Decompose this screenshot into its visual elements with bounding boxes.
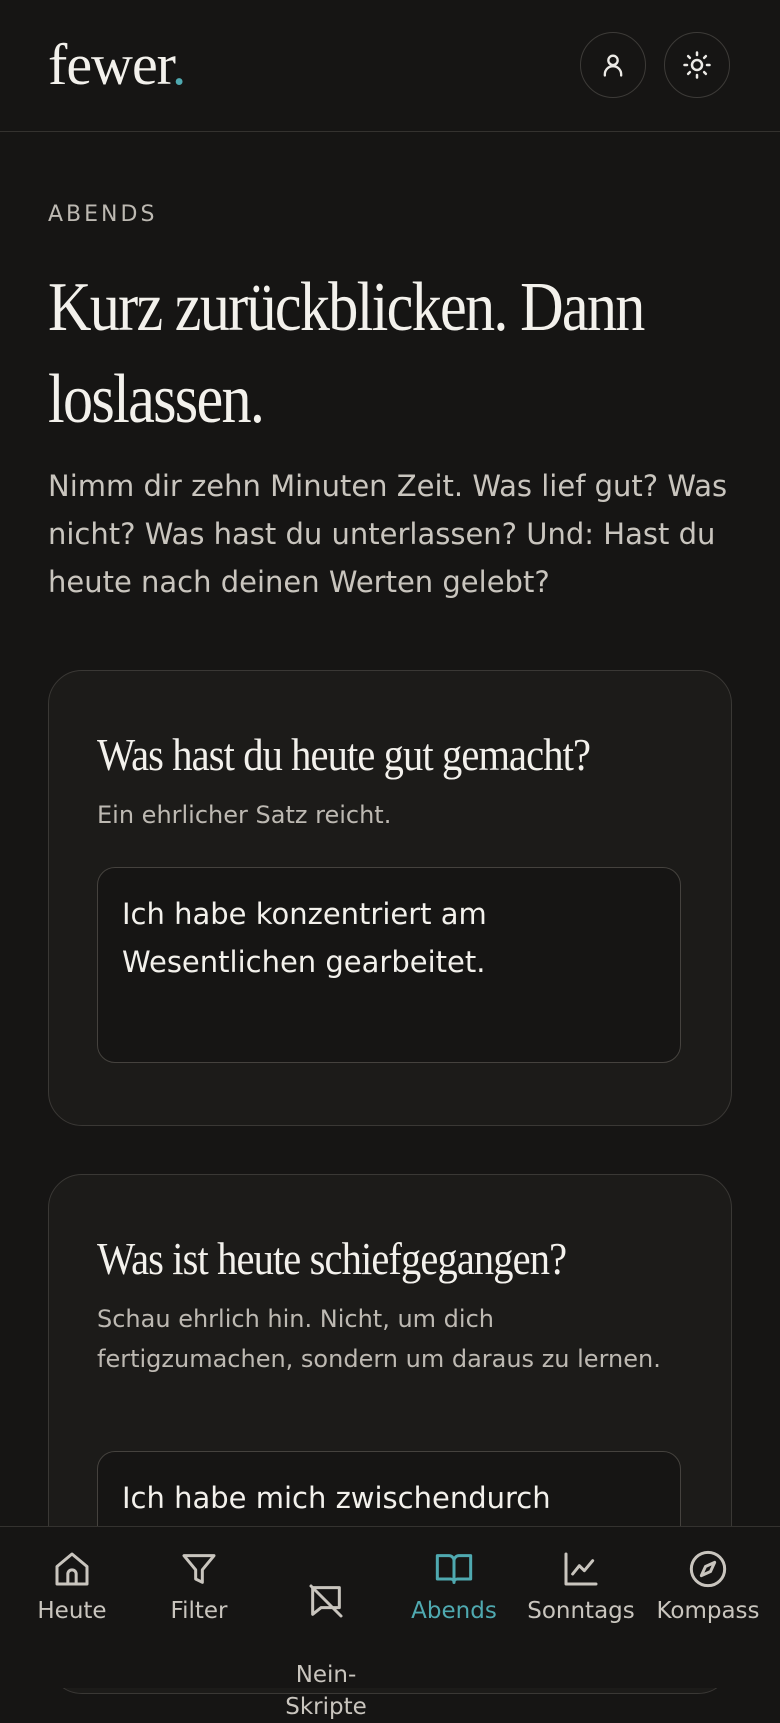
card-hint: Schau ehrlich hin. Nicht, um dich fertig… <box>97 1305 661 1373</box>
home-icon <box>55 1552 89 1586</box>
nav-item-kompass[interactable]: Kompass <box>643 1549 773 1627</box>
sun-icon <box>683 51 711 79</box>
theme-toggle-button[interactable] <box>664 32 730 98</box>
section-eyebrow: ABENDS <box>48 202 158 227</box>
nav-label: Filter <box>170 1598 228 1624</box>
profile-button[interactable] <box>580 32 646 98</box>
answer-textarea[interactable]: Ich habe konzentriert am Wesentlichen ge… <box>97 867 681 1063</box>
card-question: Was ist heute schiefgegangen? <box>97 1233 567 1284</box>
card-hint: Ein ehrlicher Satz reicht. <box>97 801 392 829</box>
reflection-card-good: Was hast du heute gut gemacht? Ein ehrli… <box>48 670 732 1126</box>
nav-item-filter[interactable]: Filter <box>134 1549 264 1627</box>
logo-dot: . <box>171 32 186 97</box>
nav-item-sonntags[interactable]: Sonntags <box>516 1549 646 1627</box>
card-question: Was hast du heute gut gemacht? <box>97 729 591 780</box>
nav-label: Sonntags <box>527 1598 635 1624</box>
nav-item-heute[interactable]: Heute <box>7 1549 137 1627</box>
compass-icon <box>689 1550 727 1588</box>
nav-item-nein-skripte[interactable]: Nein- Skripte <box>261 1549 391 1723</box>
nav-label: Nein- Skripte <box>285 1662 367 1720</box>
app-header: fewer. <box>0 0 780 132</box>
nav-label: Abends <box>411 1598 497 1624</box>
message-off-icon <box>309 1584 343 1618</box>
page-intro: Nimm dir zehn Minuten Zeit. Was lief gut… <box>48 469 728 599</box>
logo[interactable]: fewer. <box>48 30 186 100</box>
book-open-icon <box>435 1554 473 1584</box>
user-icon <box>603 54 623 77</box>
nav-label: Kompass <box>656 1598 760 1624</box>
nav-item-abends[interactable]: Abends <box>389 1549 519 1627</box>
nav-label: Heute <box>37 1598 107 1624</box>
page-title-line1: Kurz zurückblicken. Dann <box>48 269 645 346</box>
chart-line-icon <box>564 1552 598 1586</box>
logo-text: fewer <box>48 32 173 97</box>
page-title: Kurz zurückblicken. Dann loslassen. <box>48 262 736 446</box>
bottom-nav: Heute Filter Nein- Skripte Abends Sonnta… <box>0 1526 780 1720</box>
filter-icon <box>182 1554 216 1584</box>
page-title-line2: loslassen. <box>48 361 265 438</box>
